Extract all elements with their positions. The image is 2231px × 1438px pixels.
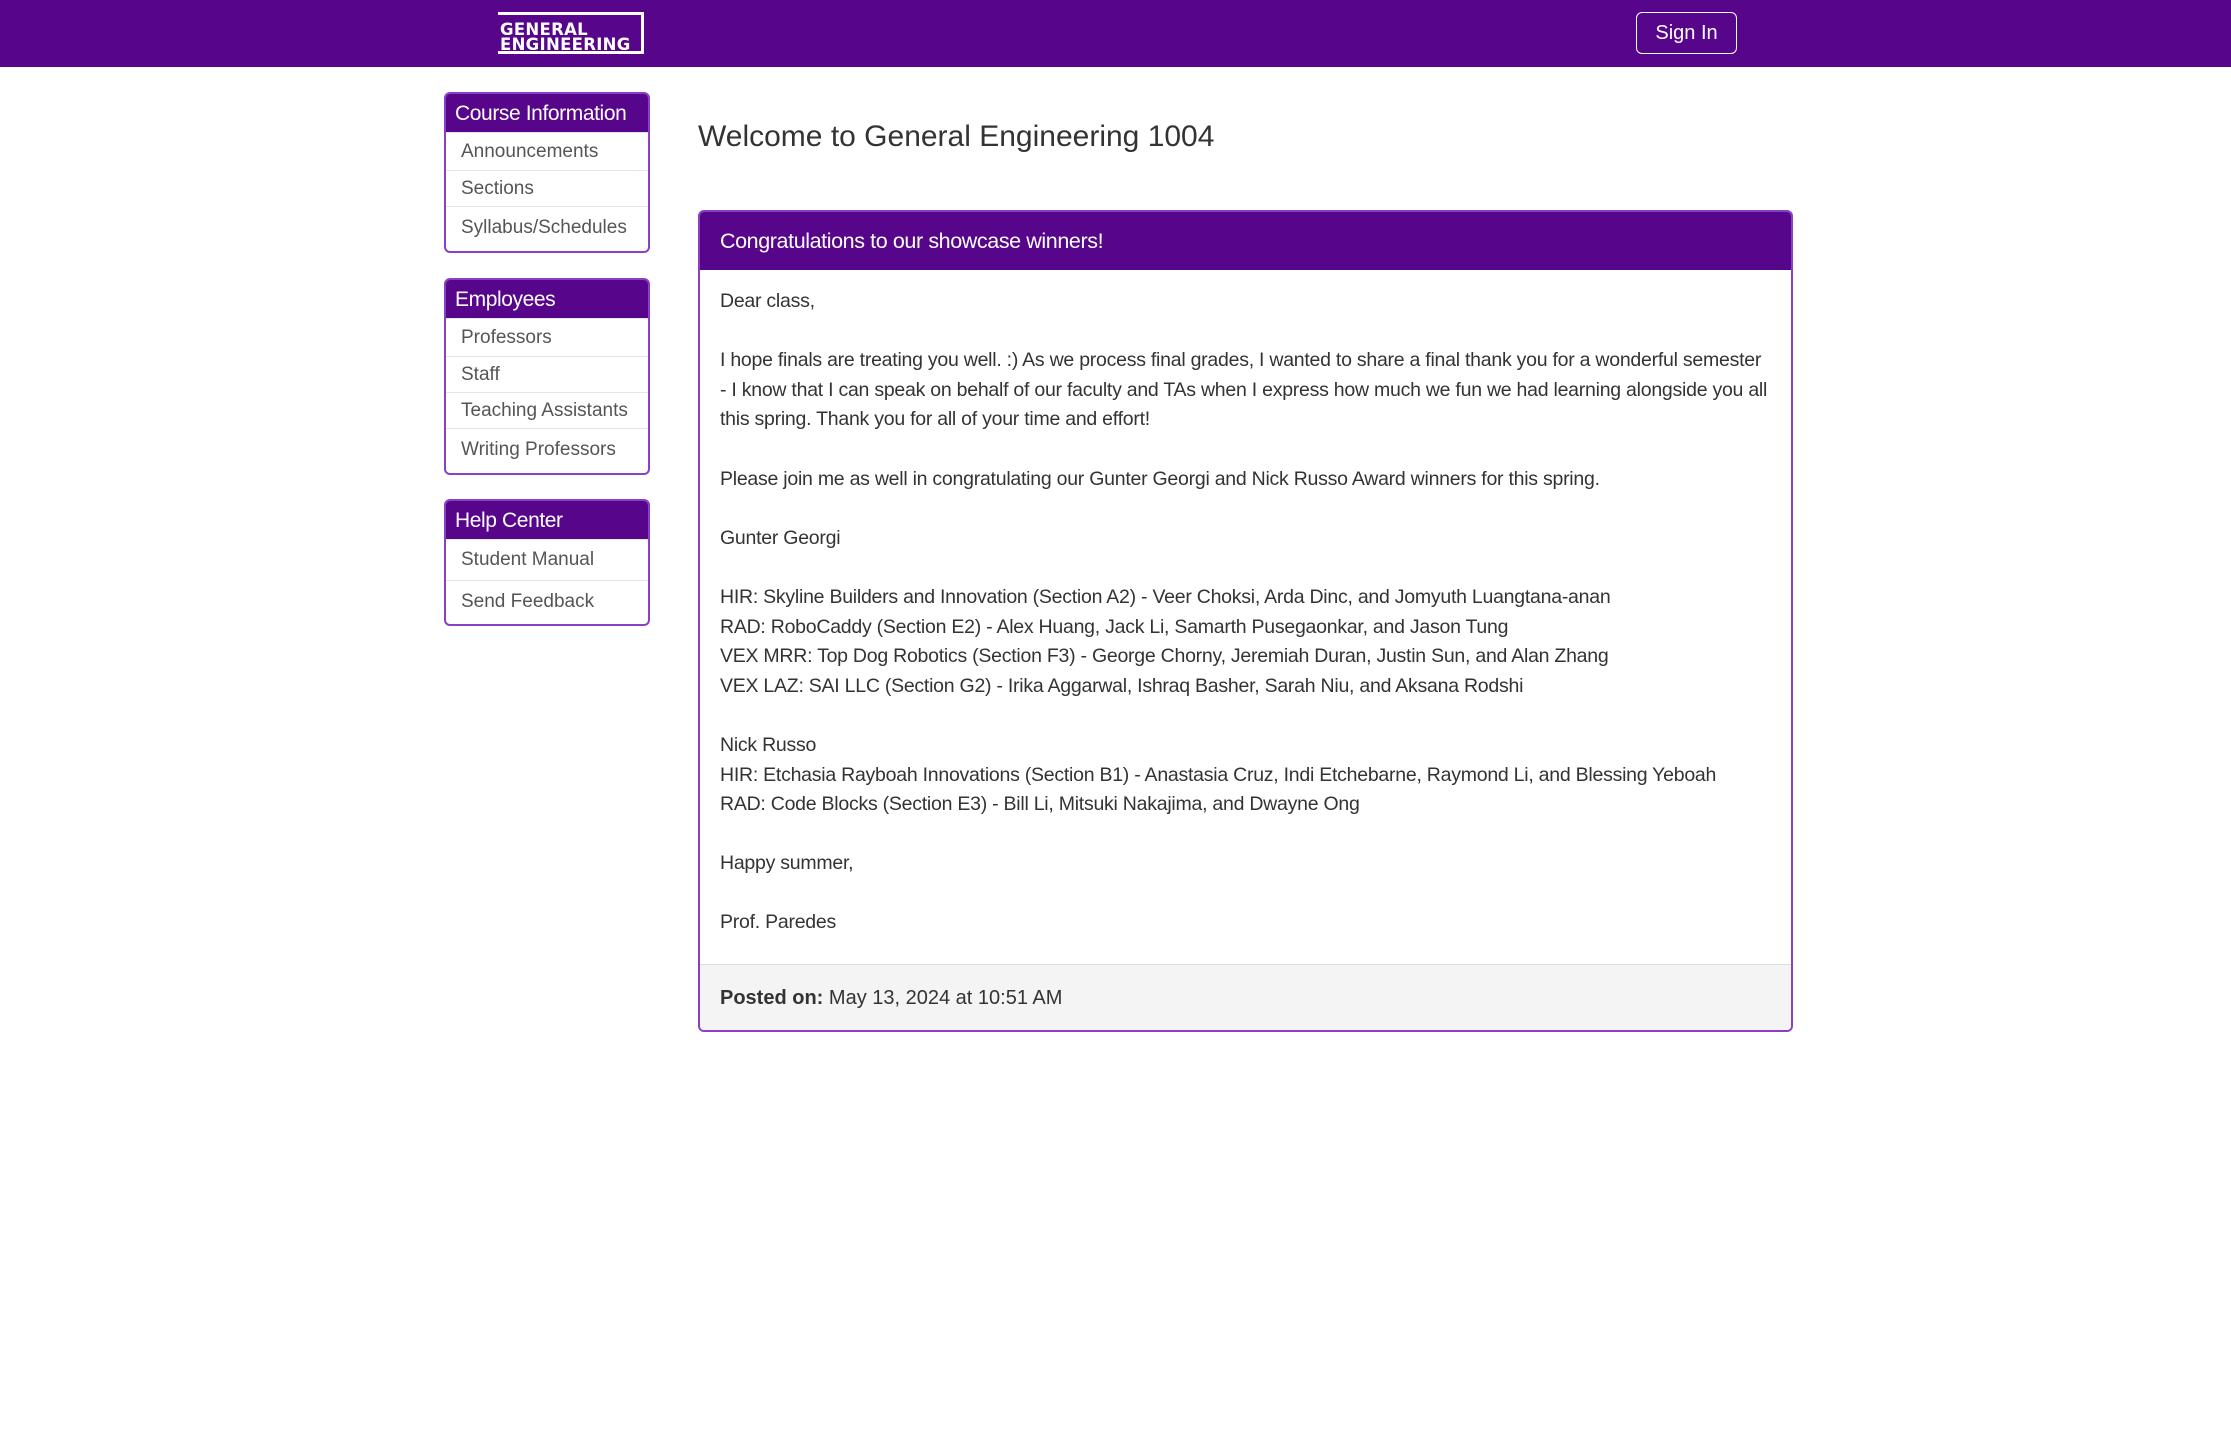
announcement-card: Congratulations to our showcase winners!… xyxy=(698,210,1793,1032)
posted-on-label: Posted on: xyxy=(720,987,824,1009)
announcement-footer: Posted on: May 13, 2024 at 10:51 AM xyxy=(700,964,1791,1030)
award-winners-list: HIR: Skyline Builders and Innovation (Se… xyxy=(720,583,1771,701)
announcement-body: Dear class, I hope finals are treating y… xyxy=(700,270,1791,946)
sidebar-item-teaching-assistants[interactable]: Teaching Assistants xyxy=(446,392,648,428)
course-information-heading: Course Information xyxy=(446,94,648,132)
award-winner-entry: VEX LAZ: SAI LLC (Section G2) - Irika Ag… xyxy=(720,674,1524,697)
top-navbar: GENERAL ENGINEERING Sign In xyxy=(0,0,2231,67)
sidebar-item-professors[interactable]: Professors xyxy=(446,318,648,356)
sidebar-item-student-manual[interactable]: Student Manual xyxy=(446,539,648,580)
sidebar-item-send-feedback[interactable]: Send Feedback xyxy=(446,580,648,622)
employees-heading: Employees xyxy=(446,280,648,318)
announcement-title: Congratulations to our showcase winners! xyxy=(700,212,1791,270)
announcement-greeting: Dear class, xyxy=(720,290,815,312)
general-engineering-logo[interactable]: GENERAL ENGINEERING xyxy=(498,12,644,54)
award-winner-entry: HIR: Etchasia Rayboah Innovations (Secti… xyxy=(720,763,1717,786)
announcement-signature: Prof. Paredes xyxy=(720,911,836,934)
course-information-panel: Course Information Announcements Section… xyxy=(444,92,650,253)
posted-date: May 13, 2024 at 10:51 AM xyxy=(828,987,1063,1009)
sidebar-item-sections[interactable]: Sections xyxy=(446,170,648,206)
award-winner-entry: VEX MRR: Top Dog Robotics (Section F3) -… xyxy=(720,645,1609,668)
sign-in-button[interactable]: Sign In xyxy=(1636,12,1737,54)
award-name-gunter-georgi: Gunter Georgi xyxy=(720,526,841,549)
announcement-closing: Happy summer, xyxy=(720,852,854,875)
award-winner-entry: HIR: Skyline Builders and Innovation (Se… xyxy=(720,585,1611,608)
award-winner-entry: RAD: RoboCaddy (Section E2) - Alex Huang… xyxy=(720,615,1509,638)
announcement-paragraph: I hope finals are treating you well. :) … xyxy=(720,349,1768,431)
sidebar-item-writing-professors[interactable]: Writing Professors xyxy=(446,428,648,471)
sidebar-item-announcements[interactable]: Announcements xyxy=(446,132,648,170)
sidebar-item-staff[interactable]: Staff xyxy=(446,356,648,392)
sidebar-item-syllabus-schedules[interactable]: Syllabus/Schedules xyxy=(446,206,648,249)
employees-panel: Employees Professors Staff Teaching Assi… xyxy=(444,278,650,475)
page-title: Welcome to General Engineering 1004 xyxy=(698,120,1215,153)
award-winners-list: Nick Russo HIR: Etchasia Rayboah Innovat… xyxy=(720,731,1771,820)
help-center-panel: Help Center Student Manual Send Feedback xyxy=(444,499,650,626)
logo-text: GENERAL ENGINEERING xyxy=(500,21,631,54)
announcement-paragraph: Please join me as well in congratulating… xyxy=(720,467,1600,490)
logo-line-2: ENGINEERING xyxy=(500,35,631,54)
help-center-heading: Help Center xyxy=(446,501,648,539)
award-winner-entry: RAD: Code Blocks (Section E3) - Bill Li,… xyxy=(720,793,1360,816)
award-name-nick-russo: Nick Russo xyxy=(720,733,817,756)
